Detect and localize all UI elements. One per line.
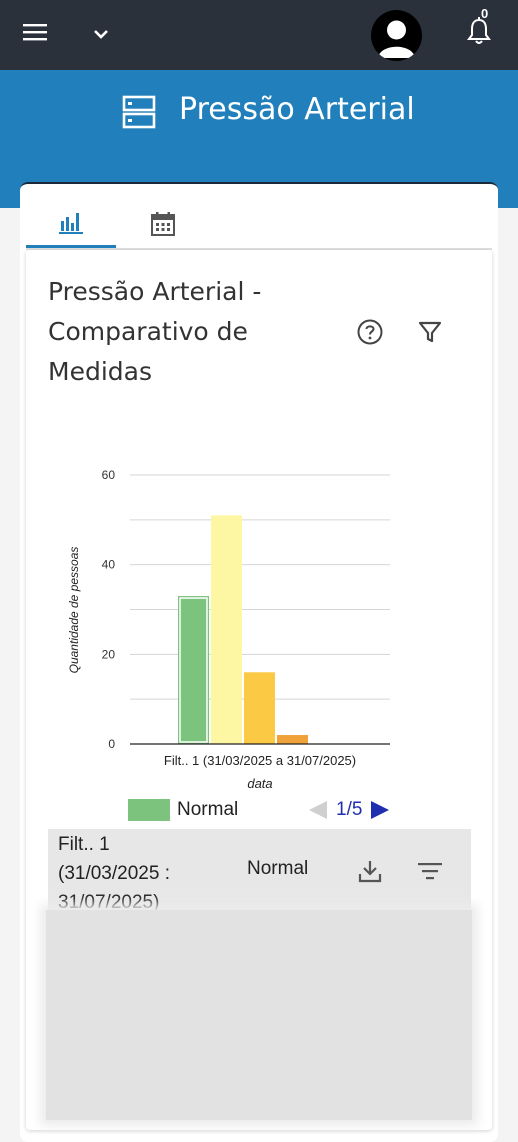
bell-icon[interactable] <box>465 16 493 46</box>
x-axis-title: data <box>247 776 272 791</box>
filter-period-cell: Filt.. 1 (31/03/2025 : 31/07/2025) <box>58 830 208 917</box>
notification-count: 0 <box>481 6 489 21</box>
help-circle-icon[interactable] <box>357 319 383 345</box>
bar <box>211 515 242 744</box>
pager-prev-icon[interactable] <box>307 799 329 821</box>
user-avatar-icon[interactable] <box>371 10 422 61</box>
pager-next-icon[interactable] <box>369 799 391 821</box>
bar <box>277 735 308 744</box>
calendar-icon <box>151 212 175 236</box>
chart-title: Pressão Arterial - Comparativo de Medida… <box>48 277 262 386</box>
y-tick-label: 0 <box>108 737 115 751</box>
bar <box>244 672 275 744</box>
filter-line: (31/03/2025 : <box>58 863 170 884</box>
filter-line: Filt.. 1 <box>58 834 110 855</box>
y-axis-title: Quantidade de pessoas <box>67 547 81 674</box>
storage-icon <box>122 95 156 129</box>
bar <box>178 596 209 744</box>
chevron-down-icon[interactable] <box>90 26 112 42</box>
chart-legend: Normal <box>128 798 238 822</box>
tab-chart[interactable] <box>26 200 116 248</box>
loading-placeholder <box>46 910 472 1120</box>
y-tick-label: 20 <box>102 647 116 661</box>
download-icon[interactable] <box>357 858 383 884</box>
tab-calendar[interactable] <box>118 200 208 248</box>
legend-swatch <box>128 799 170 821</box>
top-bar <box>0 0 518 70</box>
bar-chart: 0 20 40 60 Filt.. 1 (31/03/2025 a 31/07/2025… <box>67 468 390 791</box>
legend-label: Normal <box>177 799 239 820</box>
y-tick-label: 60 <box>102 468 116 482</box>
pager-text: 1/5 <box>336 799 363 820</box>
bar-chart-icon <box>59 212 83 234</box>
page-title: Pressão Arterial <box>179 92 415 127</box>
sort-lines-icon[interactable] <box>416 858 444 884</box>
view-tabs <box>26 200 492 250</box>
category-cell: Normal <box>247 858 309 879</box>
filter-icon[interactable] <box>418 320 442 344</box>
x-category-label: Filt.. 1 (31/03/2025 a 31/07/2025) <box>164 753 356 768</box>
hamburger-icon[interactable] <box>22 22 48 42</box>
y-tick-label: 40 <box>102 558 116 572</box>
